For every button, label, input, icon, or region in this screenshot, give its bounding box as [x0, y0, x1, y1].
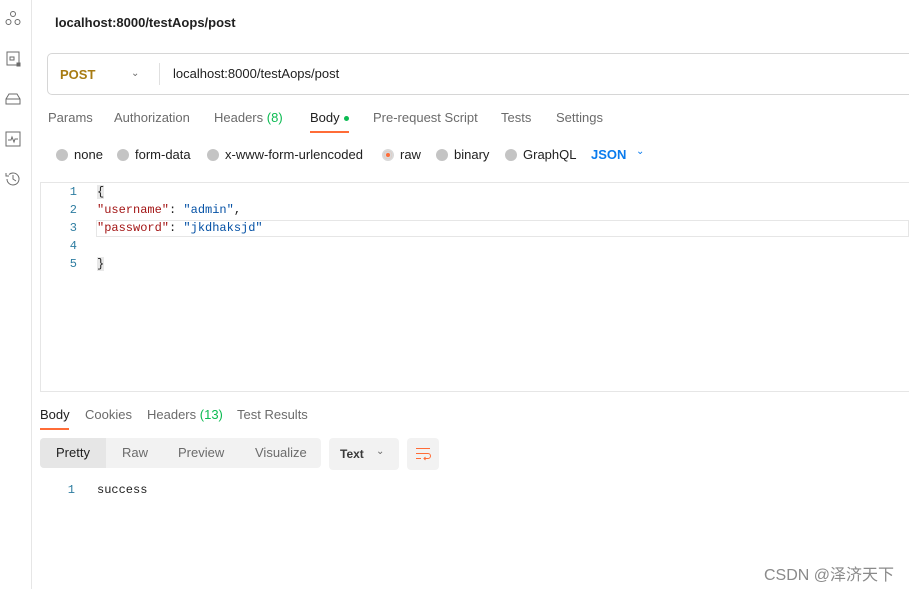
radio-circle-selected: [382, 148, 394, 161]
tab-prerequest-script[interactable]: Pre-request Script: [373, 110, 478, 125]
format-select[interactable]: Text ⌄: [329, 438, 399, 470]
tab-body-label: Body: [310, 110, 340, 125]
active-tab-underline: [40, 428, 69, 430]
json-key: "username": [97, 203, 170, 217]
monitors-icon[interactable]: [4, 130, 22, 148]
environments-icon[interactable]: [4, 50, 22, 68]
divider: [159, 63, 160, 85]
response-content: success: [97, 483, 148, 497]
resp-tab-body[interactable]: Body: [40, 407, 70, 422]
resp-headers-count: (13): [199, 407, 223, 422]
radio-none[interactable]: none: [56, 147, 103, 162]
response-line-number: 1: [67, 483, 75, 497]
active-tab-underline: [310, 131, 349, 133]
mock-servers-icon[interactable]: [4, 90, 22, 108]
view-visualize[interactable]: Visualize: [255, 438, 307, 468]
line-number: 5: [69, 257, 77, 271]
watermark: CSDN @泽济天下: [763, 567, 894, 584]
line-number: 2: [69, 203, 77, 217]
chevron-down-icon[interactable]: ⌄: [636, 146, 644, 157]
json-value: "jkdhaksjd": [183, 221, 263, 235]
radio-circle: [505, 148, 517, 161]
code-open-brace: {: [97, 185, 105, 199]
radio-label: form-data: [135, 147, 191, 162]
json-colon: :: [169, 221, 184, 235]
json-comma: ,: [233, 203, 242, 217]
chevron-down-icon: ⌄: [376, 446, 385, 457]
language-select[interactable]: JSON: [591, 147, 626, 162]
radio-circle: [117, 148, 129, 161]
code-line-username: "username": "admin",: [97, 203, 241, 217]
url-bar: POST ⌄ localhost:8000/testAops/post: [47, 53, 909, 95]
method-select[interactable]: POST: [60, 67, 95, 82]
history-icon[interactable]: [4, 170, 22, 188]
tab-body[interactable]: Body: [310, 110, 349, 125]
format-label: Text: [340, 447, 364, 461]
radio-urlencoded[interactable]: x-www-form-urlencoded: [207, 147, 363, 162]
radio-form-data[interactable]: form-data: [117, 147, 191, 162]
wrap-lines-icon: [416, 448, 431, 461]
radio-circle: [436, 148, 448, 161]
tab-headers-label: Headers: [214, 110, 264, 125]
chevron-down-icon[interactable]: ⌄: [131, 68, 139, 79]
radio-label: GraphQL: [523, 147, 577, 162]
code-close-brace: }: [97, 257, 105, 271]
radio-raw[interactable]: raw: [382, 147, 421, 162]
response-view-toggle: Pretty Raw Preview Visualize: [40, 438, 321, 468]
tab-authorization[interactable]: Authorization: [114, 110, 190, 125]
view-preview[interactable]: Preview: [178, 438, 224, 468]
collections-icon[interactable]: [4, 10, 22, 28]
tab-headers[interactable]: Headers (8): [214, 110, 283, 125]
body-indicator-dot: [343, 116, 349, 122]
radio-graphql[interactable]: GraphQL: [505, 147, 576, 162]
resp-tab-cookies[interactable]: Cookies: [85, 407, 132, 422]
radio-circle: [207, 148, 219, 161]
radio-binary[interactable]: binary: [436, 147, 489, 162]
resp-tab-test-results[interactable]: Test Results: [237, 407, 308, 422]
line-number: 1: [69, 185, 77, 199]
line-number: 3: [69, 221, 77, 235]
view-raw[interactable]: Raw: [122, 438, 148, 468]
url-input[interactable]: localhost:8000/testAops/post: [173, 66, 339, 81]
json-value: "admin": [183, 203, 234, 217]
wrap-lines-button[interactable]: [407, 438, 439, 470]
view-pretty[interactable]: Pretty: [40, 438, 106, 468]
radio-label: binary: [454, 147, 490, 162]
request-title: localhost:8000/testAops/post: [55, 15, 236, 30]
headers-count: (8): [266, 110, 283, 125]
tab-tests[interactable]: Tests: [501, 110, 531, 125]
resp-tab-headers[interactable]: Headers (13): [147, 407, 223, 422]
sidebar: [0, 0, 32, 589]
json-key: "password": [97, 221, 170, 235]
resp-tab-headers-label: Headers: [147, 407, 197, 422]
code-line-password: "password": "jkdhaksjd": [97, 221, 263, 235]
line-number: 4: [69, 239, 77, 253]
radio-label: raw: [400, 147, 421, 162]
json-colon: :: [169, 203, 184, 217]
tab-params[interactable]: Params: [48, 110, 93, 125]
radio-label: none: [74, 147, 103, 162]
tab-settings[interactable]: Settings: [556, 110, 603, 125]
radio-circle: [56, 148, 68, 161]
radio-label: x-www-form-urlencoded: [225, 147, 363, 162]
